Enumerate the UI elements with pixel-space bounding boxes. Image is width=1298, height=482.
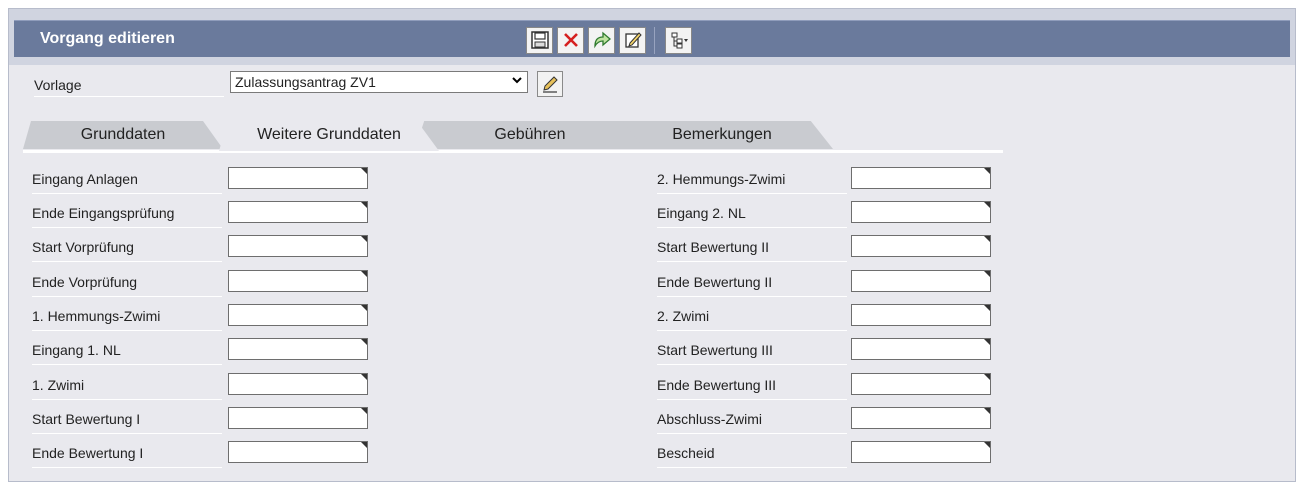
date-input-start-bewertung-iii[interactable] bbox=[851, 338, 991, 360]
tab-bar: Grunddaten Gebühren Bemerkungen Weitere … bbox=[23, 121, 1023, 151]
date-input-2-hemmungs-zwimi[interactable] bbox=[851, 167, 991, 189]
field-label: Ende Eingangsprüfung bbox=[32, 205, 222, 228]
date-input-start-bewertung-ii[interactable] bbox=[851, 235, 991, 257]
date-input-abschluss-zwimi[interactable] bbox=[851, 407, 991, 429]
pencil-icon bbox=[543, 76, 558, 93]
field-label: Abschluss-Zwimi bbox=[657, 411, 847, 434]
tab-label: Weitere Grunddaten bbox=[257, 126, 401, 143]
title-bar: Vorgang editieren bbox=[9, 9, 1295, 65]
save-button[interactable] bbox=[526, 26, 553, 54]
field-label: Eingang 1. NL bbox=[32, 342, 222, 365]
date-input-ende-vorpruefung[interactable] bbox=[228, 270, 368, 292]
field-label: Start Bewertung II bbox=[657, 239, 847, 262]
field-label: Ende Vorprüfung bbox=[32, 274, 222, 297]
toolbar-separator bbox=[654, 26, 661, 54]
tab-divider bbox=[23, 150, 1003, 153]
date-input-eingang-2-nl[interactable] bbox=[851, 201, 991, 223]
chevron-down-icon bbox=[511, 73, 523, 93]
field-label: 1. Hemmungs-Zwimi bbox=[32, 308, 222, 331]
vorlage-select[interactable]: Zulassungsantrag ZV1 bbox=[230, 71, 528, 93]
tab-weitere-grunddaten[interactable]: Weitere Grunddaten bbox=[219, 121, 439, 151]
date-input-1-zwimi[interactable] bbox=[228, 373, 368, 395]
field-label: Eingang 2. NL bbox=[657, 205, 847, 228]
tab-bemerkungen[interactable]: Bemerkungen bbox=[611, 121, 833, 149]
edit-note-button[interactable] bbox=[619, 26, 646, 54]
tab-label: Gebühren bbox=[494, 126, 566, 143]
title-bar-inner: Vorgang editieren bbox=[14, 20, 1290, 57]
date-input-ende-bewertung-iii[interactable] bbox=[851, 373, 991, 395]
tab-gebuehren[interactable]: Gebühren bbox=[415, 121, 645, 149]
field-label: 2. Hemmungs-Zwimi bbox=[657, 171, 847, 194]
vorlage-label: Vorlage bbox=[34, 77, 224, 97]
forward-button[interactable] bbox=[588, 26, 615, 54]
field-label: Ende Bewertung II bbox=[657, 274, 847, 297]
field-label: Ende Bewertung I bbox=[32, 445, 222, 468]
date-input-1-hemmungs-zwimi[interactable] bbox=[228, 304, 368, 326]
vorlage-selected-value: Zulassungsantrag ZV1 bbox=[235, 74, 376, 90]
field-label: Start Bewertung III bbox=[657, 342, 847, 365]
date-input-ende-bewertung-i[interactable] bbox=[228, 441, 368, 463]
field-label: Bescheid bbox=[657, 445, 847, 468]
save-icon bbox=[530, 31, 549, 49]
date-input-bescheid[interactable] bbox=[851, 441, 991, 463]
field-label: Start Bewertung I bbox=[32, 411, 222, 434]
panel-title: Vorgang editieren bbox=[40, 30, 175, 47]
date-input-2-zwimi[interactable] bbox=[851, 304, 991, 326]
date-input-ende-eingangspruefung[interactable] bbox=[228, 201, 368, 223]
date-input-eingang-1-nl[interactable] bbox=[228, 338, 368, 360]
edit-note-icon bbox=[624, 32, 642, 48]
date-input-eingang-anlagen[interactable] bbox=[228, 167, 368, 189]
date-input-ende-bewertung-ii[interactable] bbox=[851, 270, 991, 292]
edit-vorlage-button[interactable] bbox=[537, 71, 563, 97]
delete-button[interactable] bbox=[557, 26, 584, 54]
toolbar bbox=[526, 26, 692, 54]
hierarchy-menu-button[interactable] bbox=[665, 26, 692, 54]
forward-icon bbox=[593, 31, 611, 49]
date-input-start-vorpruefung[interactable] bbox=[228, 235, 368, 257]
tab-label: Grunddaten bbox=[80, 126, 166, 143]
edit-panel: Vorgang editieren Vorlage Zulassungsantr… bbox=[8, 8, 1296, 482]
field-label: Start Vorprüfung bbox=[32, 239, 222, 262]
date-input-start-bewertung-i[interactable] bbox=[228, 407, 368, 429]
field-label: 2. Zwimi bbox=[657, 308, 847, 331]
field-label: Eingang Anlagen bbox=[32, 171, 222, 194]
field-label: Ende Bewertung III bbox=[657, 377, 847, 400]
tab-label: Bemerkungen bbox=[672, 126, 772, 143]
tab-grunddaten[interactable]: Grunddaten bbox=[23, 121, 223, 149]
delete-icon bbox=[563, 33, 578, 47]
field-label: 1. Zwimi bbox=[32, 377, 222, 400]
hierarchy-menu-icon bbox=[671, 32, 688, 49]
